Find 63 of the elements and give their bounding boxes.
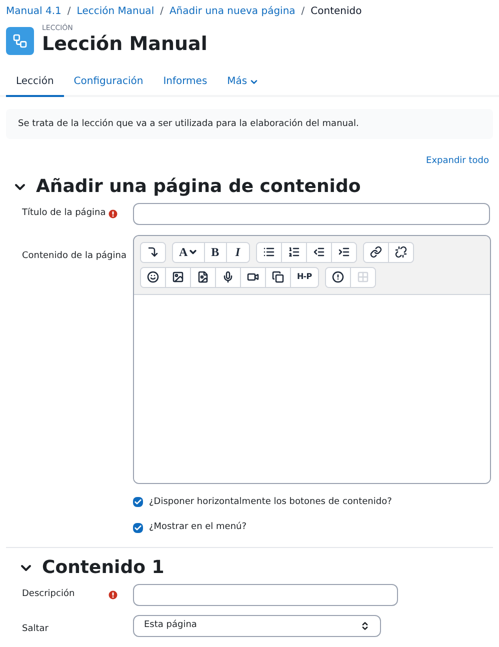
indent-icon (338, 246, 350, 258)
toolbar-button[interactable] (141, 268, 166, 286)
video-camera-icon (247, 271, 259, 283)
checkbox[interactable] (133, 497, 143, 508)
lesson-badge-icon (6, 26, 34, 54)
toolbar-button[interactable] (306, 242, 332, 262)
info-icon (332, 271, 344, 283)
file-icon (197, 271, 209, 283)
smiley-icon (147, 271, 159, 283)
text-editor[interactable]: A B I H-P (133, 234, 491, 484)
field-label: Contenido de la página (22, 250, 126, 260)
select-arrows-icon (360, 620, 370, 630)
breadcrumb-current: Contenido (310, 5, 362, 19)
breadcrumb-link[interactable]: Lección Manual (76, 4, 154, 19)
toolbar-button[interactable]: A (173, 242, 205, 262)
toolbar-button[interactable]: B (204, 242, 227, 262)
toolbar-button[interactable] (282, 242, 307, 262)
jump-select[interactable]: Esta página (133, 614, 381, 636)
toolbar-button[interactable] (166, 268, 191, 286)
toolbar-button[interactable] (266, 268, 291, 286)
checkbox[interactable] (133, 522, 143, 533)
microphone-icon (222, 271, 234, 283)
field-label: Descripción (22, 588, 75, 601)
nav-tab[interactable]: Informes (153, 68, 218, 97)
toolbar-button[interactable] (241, 268, 266, 286)
breadcrumb-separator: / (67, 5, 71, 19)
nav-tab[interactable]: Lección (6, 68, 64, 97)
breadcrumb-separator: / (160, 5, 164, 19)
description-field[interactable] (133, 584, 398, 606)
toolbar-button[interactable] (191, 268, 216, 286)
breadcrumb-link[interactable]: Añadir una nueva página (169, 4, 296, 19)
link-icon (370, 246, 382, 258)
section-heading: Contenido 1 (42, 556, 164, 580)
toolbar-button[interactable] (364, 242, 389, 262)
toolbar-button[interactable] (388, 242, 413, 262)
checkbox-label: ¿Disponer horizontalmente los botones de contenido? (149, 496, 392, 508)
numbered-list-icon (288, 246, 300, 258)
toolbar-button[interactable] (216, 268, 241, 286)
section-heading: Añadir una página de contenido (36, 174, 361, 198)
nav-tab[interactable]: Configuración (64, 68, 154, 97)
field-label: Título de la página (22, 206, 106, 220)
breadcrumb-separator: / (301, 5, 305, 19)
grid-icon (356, 271, 369, 283)
expand-all-link[interactable]: Expandir todo (426, 155, 489, 168)
image-icon (172, 271, 184, 283)
toolbar-button[interactable] (326, 268, 351, 286)
toolbar-button[interactable]: I (226, 242, 249, 262)
copy-icon (272, 271, 284, 283)
page-title: Lección Manual (42, 32, 208, 56)
field-label: Saltar (22, 624, 48, 634)
breadcrumb-link[interactable]: Manual 4.1 (6, 4, 62, 19)
page-title-field[interactable] (133, 202, 490, 224)
caret-icon (188, 247, 198, 257)
nav-tab[interactable]: Más (217, 68, 270, 97)
outdent-icon (312, 246, 325, 258)
unlink-icon (394, 246, 407, 258)
bulleted-list-icon (262, 246, 275, 258)
toolbar-button[interactable]: H-P (291, 268, 318, 286)
toolbar-button[interactable] (332, 242, 356, 262)
collapse-icon (147, 246, 159, 258)
toolbar-button[interactable] (256, 242, 282, 262)
info-box: Se trata de la lección que va a ser utilizada para la elaboración del manual. (6, 109, 493, 139)
checkbox-label: ¿Mostrar en el menú? (149, 521, 247, 534)
